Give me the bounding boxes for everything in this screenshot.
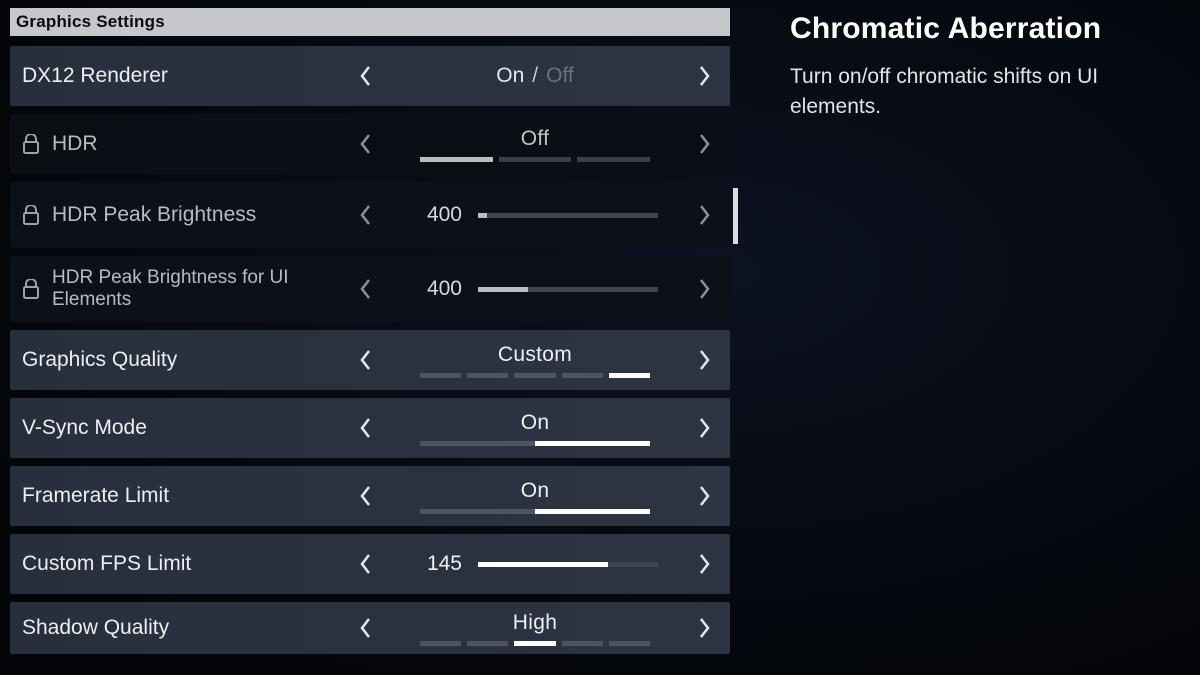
chevron-right-icon[interactable] [690,62,718,90]
chevron-left-icon [352,275,380,303]
row-value: On [521,411,550,435]
row-value: On [521,479,550,503]
chevron-right-icon[interactable] [690,414,718,442]
scrollbar-thumb[interactable] [733,188,738,244]
detail-pane: Chromatic Aberration Turn on/off chromat… [740,0,1200,675]
detail-title: Chromatic Aberration [790,12,1170,46]
row-label: V-Sync Mode [22,416,147,440]
row-hdr-peak-brightness: HDR Peak Brightness 400 [10,182,730,248]
value-segments [420,373,650,378]
lock-icon [22,134,40,154]
chevron-right-icon[interactable] [690,550,718,578]
chevron-left-icon[interactable] [352,62,380,90]
row-label: HDR [52,132,98,156]
row-label: HDR Peak Brightness [52,203,256,227]
chevron-left-icon[interactable] [352,346,380,374]
row-value: High [513,611,557,635]
row-graphics-quality[interactable]: Graphics Quality Custom [10,330,730,390]
settings-list-pane: Graphics Settings DX12 Renderer On / Off [0,0,740,675]
settings-screen: Graphics Settings DX12 Renderer On / Off [0,0,1200,675]
value-segments [420,641,650,646]
chevron-left-icon[interactable] [352,550,380,578]
row-shadow-quality[interactable]: Shadow Quality High [10,602,730,654]
row-label: HDR Peak Brightness for UI Elements [52,267,352,311]
chevron-left-icon [352,201,380,229]
row-label: Shadow Quality [22,616,169,640]
chevron-left-icon[interactable] [352,414,380,442]
row-label: Graphics Quality [22,348,177,372]
chevron-right-icon [690,130,718,158]
chevron-right-icon[interactable] [690,346,718,374]
row-label: DX12 Renderer [22,64,168,88]
slider-track [478,287,658,292]
detail-body: Turn on/off chromatic shifts on UI eleme… [790,62,1160,123]
row-framerate-limit[interactable]: Framerate Limit On [10,466,730,526]
lock-icon [22,205,40,225]
chevron-right-icon [690,275,718,303]
chevron-right-icon[interactable] [690,614,718,642]
chevron-left-icon[interactable] [352,614,380,642]
section-header: Graphics Settings [10,8,730,36]
row-hdr: HDR Off [10,114,730,174]
value-segments [420,509,650,514]
row-label: Custom FPS Limit [22,552,191,576]
settings-scroll-area[interactable]: DX12 Renderer On / Off [10,46,730,675]
value-off: Off [546,64,574,88]
chevron-right-icon [690,201,718,229]
row-value: 145 [412,552,462,576]
value-onoff: On / Off [496,64,573,88]
chevron-right-icon[interactable] [690,482,718,510]
lock-icon [22,279,40,299]
onoff-separator: / [532,64,538,88]
row-value: 400 [412,277,462,301]
value-segments [420,441,650,446]
row-vsync-mode[interactable]: V-Sync Mode On [10,398,730,458]
row-dx12-renderer[interactable]: DX12 Renderer On / Off [10,46,730,106]
chevron-left-icon[interactable] [352,482,380,510]
value-segments [420,157,650,162]
slider-track[interactable] [478,562,658,567]
slider-track [478,213,658,218]
chevron-left-icon [352,130,380,158]
row-hdr-peak-brightness-ui: HDR Peak Brightness for UI Elements 400 [10,256,730,322]
row-label: Framerate Limit [22,484,169,508]
row-value: Custom [498,343,572,367]
row-custom-fps-limit[interactable]: Custom FPS Limit 145 [10,534,730,594]
value-on: On [496,64,524,88]
row-value: Off [521,127,550,151]
row-value: 400 [412,203,462,227]
